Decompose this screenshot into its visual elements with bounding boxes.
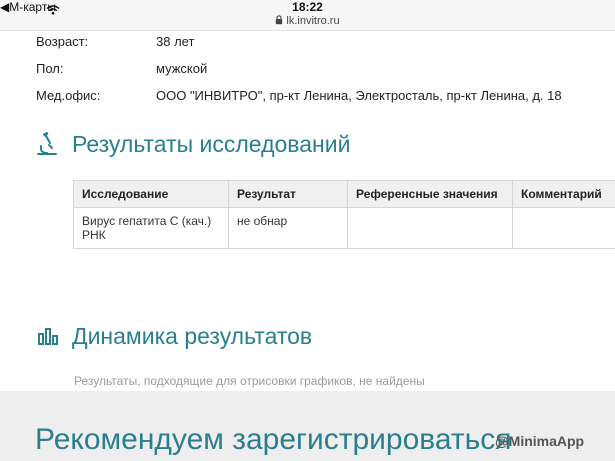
- cell-result: не обнар: [228, 207, 348, 249]
- sex-value: мужской: [156, 61, 208, 76]
- register-title: Рекомендуем зарегистрироваться: [35, 423, 512, 456]
- bar-chart-icon: [38, 325, 58, 350]
- address-bar[interactable]: lk.invitro.ru: [0, 15, 615, 28]
- url-text: lk.invitro.ru: [286, 15, 340, 27]
- cell-reference: [347, 207, 513, 249]
- lock-icon: [275, 15, 283, 28]
- office-label: Мед.офис:: [36, 88, 101, 103]
- age-label: Возраст:: [36, 34, 89, 49]
- age-value: 38 лет: [156, 34, 195, 49]
- column-header-reference: Референсные значения: [347, 180, 513, 208]
- cell-test: Вирус гепатита С (кач.) РНК: [73, 207, 229, 249]
- no-charts-message: Результаты, подходящие для отрисовки гра…: [74, 374, 425, 388]
- column-header-comment: Комментарий: [512, 180, 615, 208]
- table-row: Вирус гепатита С (кач.) РНК не обнар: [73, 207, 615, 249]
- watermark-text: @MinimaApp: [495, 433, 585, 449]
- clock: 18:22: [292, 0, 323, 14]
- sex-label: Пол:: [36, 61, 64, 76]
- microscope-icon: [36, 131, 58, 161]
- table-header-row: Исследование Результат Референсные значе…: [73, 180, 615, 208]
- dynamics-section-title: Динамика результатов: [72, 323, 313, 349]
- column-header-result: Результат: [228, 180, 348, 208]
- office-value: ООО "ИНВИТРО", пр-кт Ленина, Электростал…: [156, 88, 562, 103]
- column-header-test: Исследование: [73, 180, 229, 208]
- results-section-title: Результаты исследований: [72, 131, 351, 157]
- cell-comment: [512, 207, 615, 249]
- results-table: Исследование Результат Референсные значе…: [73, 180, 615, 249]
- status-bar: ◀М-карты 18:22 lk.invitro.ru: [0, 0, 615, 31]
- register-banner: Рекомендуем зарегистрироваться @MinimaAp…: [0, 391, 615, 461]
